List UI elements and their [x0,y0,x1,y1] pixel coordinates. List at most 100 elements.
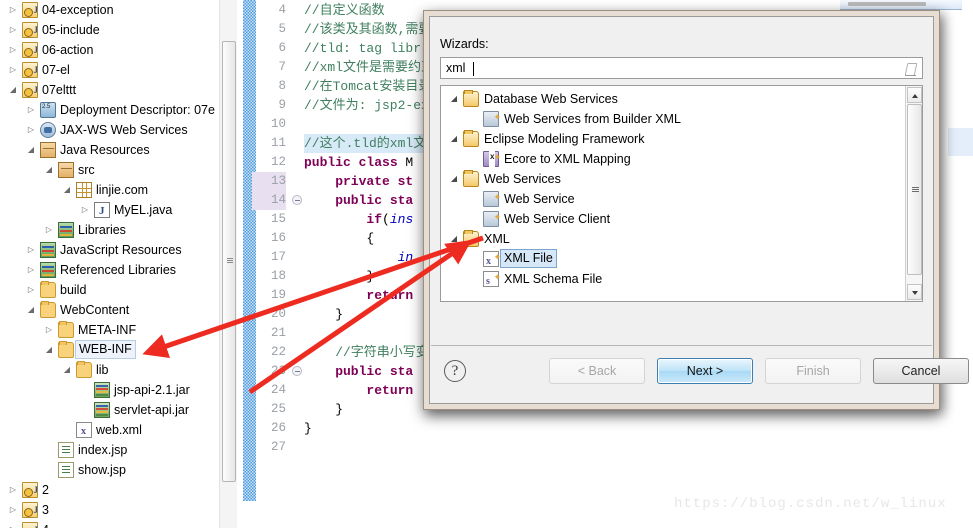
scrollbar-thumb[interactable] [222,41,236,482]
project-explorer-scrollbar[interactable] [219,0,237,528]
expand-twisty-icon[interactable]: ▷ [80,200,90,220]
wizard-item-label: XML File [500,249,557,268]
expand-twisty-icon[interactable]: ▷ [8,20,18,40]
collapse-twisty-icon[interactable]: ◢ [449,129,459,149]
tree-item-show-jsp[interactable]: show.jsp [0,460,239,480]
wizard-item-web-service[interactable]: Web Service [441,187,905,209]
tree-item-jax-ws-web-services[interactable]: ▷ JAX-WS Web Services [0,120,239,140]
fold-collapse-icon[interactable] [292,366,302,376]
tree-item-label: src [78,163,95,177]
folder-icon [463,90,479,107]
collapse-twisty-icon[interactable]: ◢ [26,300,36,320]
collapse-twisty-icon[interactable]: ◢ [8,80,18,100]
tree-item-4[interactable]: ▷4 [0,520,239,528]
tree-item-web-xml[interactable]: web.xml [0,420,239,442]
folder-icon [463,230,479,247]
collapse-twisty-icon[interactable]: ◢ [44,340,54,360]
project-icon [22,0,38,20]
help-icon[interactable]: ? [444,360,466,382]
tree-item-2[interactable]: ▷2 [0,480,239,500]
new-wizard-dialog[interactable]: Wizards: xml ◢ Database Web Services Web S… [423,10,969,410]
project-explorer-panel[interactable]: ▷ 04-exception ▷ 05-include ▷ 06-action ▷ 07-el… [0,0,239,528]
clear-filter-icon[interactable] [903,62,917,76]
wizard-icon [483,187,501,207]
collapse-twisty-icon[interactable]: ◢ [44,160,54,180]
wizard-item-xml[interactable]: ◢ XML [441,229,905,249]
expand-twisty-icon[interactable]: ▷ [26,260,36,280]
tree-item-07-el[interactable]: ▷ 07-el [0,60,239,80]
line-number: 15 [270,212,286,226]
finish-button[interactable]: Finish [765,358,861,384]
wizard-item-xml-schema-file[interactable]: XML Schema File [441,267,905,292]
tree-item-index-jsp[interactable]: index.jsp [0,440,239,460]
tree-item-label: Java Resources [60,143,150,157]
wizard-item-database-web-services[interactable]: ◢ Database Web Services [441,89,905,109]
tree-item-04-exception[interactable]: ▷ 04-exception [0,0,239,20]
folder-icon [463,170,479,187]
editor-tab-strip[interactable] [840,0,962,10]
tree-item-label: WEB-INF [75,340,136,359]
tree-item-meta-inf[interactable]: ▷ META-INF [0,320,239,340]
code-line: //xml文件是需要约束 [304,58,434,77]
fold-collapse-icon[interactable] [292,195,302,205]
collapse-twisty-icon[interactable]: ◢ [62,180,72,200]
tree-item-deployment-descriptor-07e[interactable]: ▷ Deployment Descriptor: 07e [0,97,239,120]
expand-twisty-icon[interactable]: ▷ [26,240,36,260]
back-button[interactable]: < Back [549,358,645,384]
wizard-tree[interactable]: ◢ Database Web Services Web Services from … [440,85,923,302]
tree-item-lib[interactable]: ◢ lib [0,360,239,380]
tree-item-libraries[interactable]: ▷ Libraries [0,220,239,240]
tree-item-05-include[interactable]: ▷ 05-include [0,20,239,40]
tree-item-web-inf[interactable]: ◢ WEB-INF [0,340,239,360]
expand-twisty-icon[interactable]: ▷ [8,0,18,20]
expand-twisty-icon[interactable]: ▷ [8,40,18,60]
expand-twisty-icon[interactable]: ▷ [8,520,18,528]
tree-item-label: web.xml [96,423,142,437]
tree-item-myel-java[interactable]: ▷ MyEL.java [0,200,239,221]
tree-item-jsp-api-2-1-jar[interactable]: jsp-api-2.1.jar [0,380,239,400]
wizard-filter-input[interactable]: xml [440,57,923,79]
tree-item-07elttt[interactable]: ◢07elttt [0,80,239,100]
expand-twisty-icon[interactable]: ▷ [44,320,54,340]
collapse-twisty-icon[interactable]: ◢ [449,169,459,189]
tree-item-java-resources[interactable]: ◢ Java Resources [0,140,239,160]
expand-twisty-icon[interactable]: ▷ [26,100,36,120]
expand-twisty-icon[interactable]: ▷ [26,280,36,300]
expand-twisty-icon[interactable]: ▷ [26,120,36,140]
scroll-down-arrow-icon[interactable] [907,284,922,300]
wizard-tree-scrollbar[interactable] [905,86,922,301]
tree-item-3[interactable]: ▷3 [0,500,239,520]
scrollbar-thumb[interactable] [907,104,922,275]
code-token: } [304,421,312,436]
tree-item-javascript-resources[interactable]: ▷ JavaScript Resources [0,240,239,260]
collapse-twisty-icon[interactable]: ◢ [449,89,459,109]
scrollbar-grip [912,187,919,192]
tree-item-linjie-com[interactable]: ◢ linjie.com [0,180,239,200]
next-button[interactable]: Next > [657,358,753,384]
wizard-item-eclipse-modeling-framework[interactable]: ◢ Eclipse Modeling Framework [441,129,905,149]
tree-item-referenced-libraries[interactable]: ▷ Referenced Libraries [0,260,239,280]
tree-item-src[interactable]: ◢ src [0,160,239,180]
collapse-twisty-icon[interactable]: ◢ [26,140,36,160]
tree-item-build[interactable]: ▷ build [0,280,239,300]
code-token: } [304,269,375,284]
cancel-button[interactable]: Cancel [873,358,969,384]
folding-ruler[interactable] [290,0,304,528]
wizard-item-web-services-from-builder-xml[interactable]: Web Services from Builder XML [441,107,905,129]
collapse-twisty-icon[interactable]: ◢ [62,360,72,380]
wizard-item-xml-file[interactable]: XML File [441,247,905,272]
expand-twisty-icon[interactable]: ▷ [8,60,18,80]
expand-twisty-icon[interactable]: ▷ [44,220,54,240]
expand-twisty-icon[interactable]: ▷ [8,500,18,520]
expand-twisty-icon[interactable]: ▷ [8,480,18,500]
wizard-item-web-services[interactable]: ◢ Web Services [441,169,905,189]
tree-item-servlet-api-jar[interactable]: servlet-api.jar [0,400,239,420]
wizard-item-ecore-to-xml-mapping[interactable]: Ecore to XML Mapping [441,147,905,169]
tree-item-06-action[interactable]: ▷ 06-action [0,40,239,60]
code-line: public sta [304,362,413,381]
tree-item-webcontent[interactable]: ◢ WebContent [0,300,239,320]
wizard-item-label: Web Services from Builder XML [504,112,681,126]
wizard-item-web-service-client[interactable]: Web Service Client [441,207,905,229]
collapse-twisty-icon[interactable]: ◢ [449,229,459,249]
scroll-up-arrow-icon[interactable] [907,87,922,103]
